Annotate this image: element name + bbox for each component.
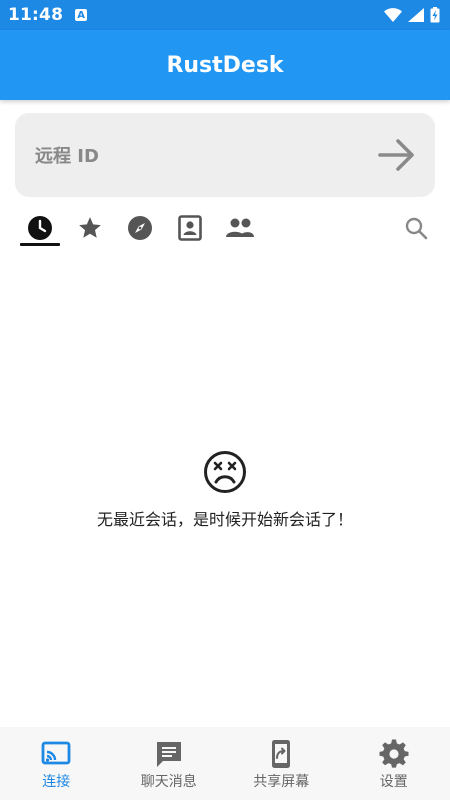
status-icons (384, 7, 440, 23)
tab-groups[interactable] (220, 208, 260, 248)
wifi-icon (384, 8, 402, 22)
active-tab-indicator (20, 243, 60, 246)
group-icon (226, 218, 254, 237)
nav-connect[interactable]: 连接 (0, 727, 113, 800)
clock-icon (28, 216, 52, 240)
peer-tabs (0, 208, 450, 252)
bottom-nav: 连接 聊天消息 共享屏幕 设置 (0, 727, 450, 800)
tab-address-book[interactable] (170, 208, 210, 248)
notification-icon: A (75, 9, 88, 21)
nav-chat[interactable]: 聊天消息 (113, 727, 226, 800)
nav-share-screen-label: 共享屏幕 (253, 774, 310, 790)
arrow-right-icon[interactable] (377, 135, 417, 175)
status-bar: 11:48 A (0, 0, 450, 30)
signal-icon (408, 8, 424, 22)
status-left: 11:48 A (8, 5, 88, 25)
nav-settings-label: 设置 (379, 774, 408, 790)
remote-id-input[interactable]: 远程 ID (35, 142, 99, 168)
battery-icon (430, 7, 440, 23)
nav-connect-label: 连接 (42, 774, 71, 790)
gear-icon (379, 739, 409, 768)
search-icon (405, 217, 428, 240)
cast-icon (41, 741, 71, 765)
empty-message: 无最近会话，是时候开始新会话了！ (96, 510, 353, 529)
search-button[interactable] (396, 208, 436, 248)
nav-chat-label: 聊天消息 (140, 774, 197, 790)
remote-id-field[interactable]: 远程 ID (15, 113, 435, 197)
status-time: 11:48 (8, 5, 64, 25)
tab-favorites[interactable] (70, 208, 110, 248)
app-bar: RustDesk (0, 30, 450, 100)
tab-recent[interactable] (20, 208, 60, 248)
nav-share-screen[interactable]: 共享屏幕 (225, 727, 338, 800)
nav-settings[interactable]: 设置 (338, 727, 450, 800)
empty-state: 无最近会话，是时候开始新会话了！ (0, 450, 450, 530)
tab-discovered[interactable] (120, 208, 160, 248)
compass-icon (128, 216, 152, 240)
screen: 11:48 A RustDesk 远程 ID 无最近会话，是时候开始新会话了！ … (0, 0, 450, 800)
app-title: RustDesk (166, 52, 284, 78)
share-screen-icon (272, 740, 291, 768)
sad-face-icon (204, 451, 246, 493)
star-icon (79, 217, 101, 238)
chat-icon (156, 742, 181, 767)
address-book-icon (178, 215, 202, 241)
